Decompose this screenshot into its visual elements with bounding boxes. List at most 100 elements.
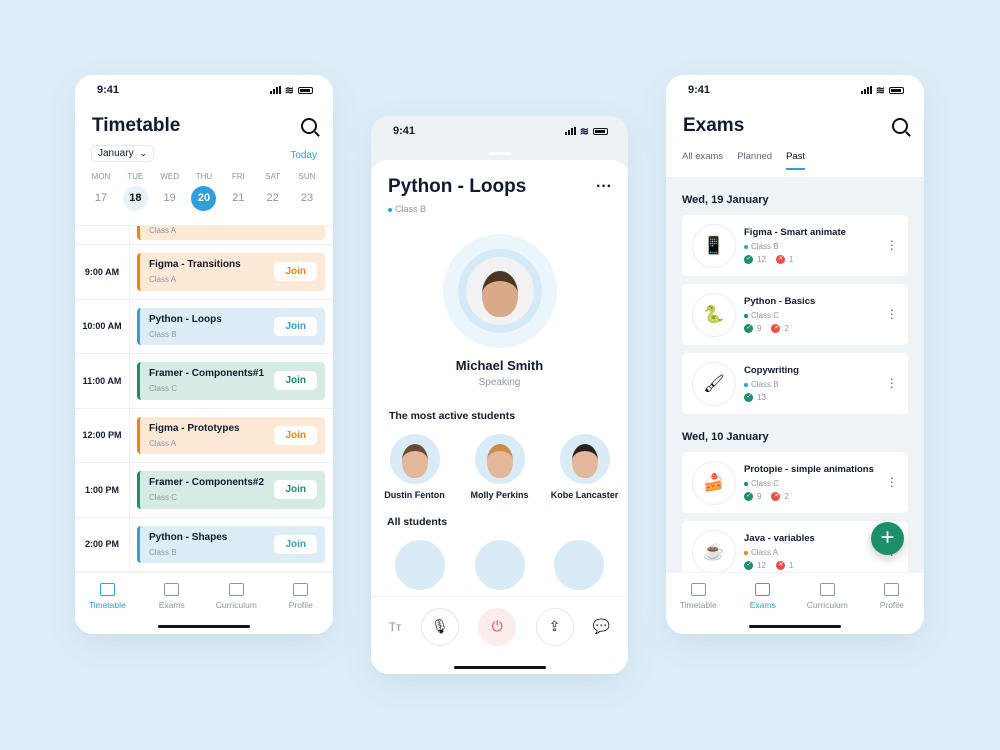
exam-info: Figma - Smart animate Class B ✓ 12 ✕ 1	[744, 227, 846, 264]
day-fri[interactable]: FRI 21	[224, 172, 252, 211]
student-avatar[interactable]	[474, 540, 525, 590]
status-bar: 9:41 ≋	[75, 75, 333, 105]
failed-value: 1	[788, 561, 794, 570]
exam-card[interactable]: 📱 Figma - Smart animate Class B ✓ 12 ✕ 1 · · ·	[682, 215, 908, 276]
timetable-row: 2:00 PM Python - Shapes Class B Join	[75, 517, 333, 572]
class-card[interactable]: Framer - Components#2 Class C Join	[137, 471, 325, 509]
join-button[interactable]: Join	[274, 480, 317, 500]
day-mon[interactable]: MON 17	[87, 172, 115, 211]
class-label: Class B	[149, 329, 177, 339]
status-time: 9:41	[97, 84, 120, 96]
day-sat[interactable]: SAT 22	[259, 172, 287, 211]
day-wed[interactable]: WED 19	[156, 172, 184, 211]
search-icon[interactable]	[301, 118, 317, 134]
book-icon	[819, 583, 835, 596]
class-name: Class A	[751, 548, 779, 557]
chat-icon[interactable]: 💬	[593, 618, 610, 635]
tab-past[interactable]: Past	[786, 151, 806, 170]
x-icon: ✕	[771, 324, 781, 333]
x-icon: ✕	[771, 492, 781, 501]
student-avatar[interactable]	[554, 540, 604, 590]
join-button[interactable]: Join	[274, 534, 317, 554]
microphone-button[interactable]: 🎙	[420, 607, 459, 646]
join-button[interactable]: Join	[274, 262, 317, 282]
share-screen-button[interactable]: ⇪	[535, 607, 574, 646]
face	[401, 444, 428, 478]
nav-profile[interactable]: Profile	[273, 583, 328, 634]
day-sun[interactable]: SUN 23	[293, 172, 321, 211]
exam-icon: 🍰	[692, 460, 736, 505]
exam-card[interactable]: 🖌 Copywriting Class B ✓ 13 · · ·	[682, 353, 908, 414]
timetable-screen: 9:41 ≋ Timetable January ⌄ Today MON 17 TUE 1…	[75, 75, 333, 634]
failed-count: ✕ 2	[771, 324, 789, 333]
exam-stats: ✓ 12 ✕ 1	[744, 561, 815, 570]
exam-stats: ✓ 9 ✕ 2	[744, 492, 874, 501]
exam-card[interactable]: 🍰 Protopie - simple animations Class C ✓ 9 ✕ 2…	[682, 452, 908, 513]
student-item[interactable]: Dustin Fenton	[377, 434, 452, 500]
class-card[interactable]: Figma - Transitions Class A Join	[137, 253, 325, 291]
class-card[interactable]: Python - Loops Class B Join	[137, 307, 325, 345]
class-card[interactable]: Figma - Prototypes Class A Join	[137, 416, 325, 454]
day-number: 17	[94, 192, 108, 204]
page-title: Timetable	[92, 115, 181, 136]
today-link[interactable]: Today	[290, 150, 317, 161]
time-label: 12:00 PM	[75, 408, 130, 462]
student-name: Molly Perkins	[470, 490, 529, 500]
status-bar: 9:41 ≋	[666, 75, 924, 105]
nav-label: Curriculum	[806, 600, 848, 610]
exam-title: Python - Basics	[744, 296, 816, 307]
class-info: Framer - Components#2 Class C	[149, 477, 264, 502]
status-icons: ≋	[269, 84, 313, 97]
search-icon[interactable]	[892, 118, 908, 134]
active-students: Dustin Fenton Molly Perkins Kobe Lancaster	[371, 422, 628, 500]
tab-all-exams[interactable]: All exams	[682, 151, 723, 170]
active-heading: The most active students	[389, 410, 516, 422]
class-info: Python - Loops Class B	[149, 314, 222, 339]
student-avatar	[474, 434, 525, 484]
tab-planned[interactable]: Planned	[737, 151, 772, 170]
join-button[interactable]: Join	[274, 316, 317, 336]
day-tue[interactable]: TUE 18	[121, 172, 149, 211]
class-card[interactable]: Framer - Components#1 Class C Join	[137, 362, 325, 400]
add-exam-button[interactable]: +	[871, 522, 904, 555]
exam-stats: ✓ 13	[744, 393, 799, 402]
more-vertical-icon[interactable]: ···	[890, 372, 894, 393]
exam-list[interactable]: Wed, 19 January 📱 Figma - Smart animate Cla…	[666, 177, 924, 572]
day-thu[interactable]: THU 20	[190, 172, 218, 211]
join-button[interactable]: Join	[274, 425, 317, 445]
class-card[interactable]: Python - Shapes Class B Join	[137, 525, 325, 563]
more-vertical-icon[interactable]: ···	[890, 303, 894, 324]
class-info: Framer - Components#1 Class C	[149, 368, 264, 393]
more-vertical-icon[interactable]: ···	[890, 234, 894, 255]
exam-icon: ☕	[692, 529, 736, 572]
join-button[interactable]: Join	[274, 371, 317, 391]
check-icon: ✓	[744, 324, 753, 333]
student-item[interactable]: Kobe Lancaster	[547, 434, 622, 500]
schedule-list[interactable]: Class A 9:00 AM Figma - Transitions Class …	[75, 225, 333, 572]
more-vertical-icon[interactable]: ···	[890, 471, 894, 492]
week-strip: MON 17 TUE 18 WED 19 THU 20 FRI 21 SAT 22 SUN 23	[75, 162, 333, 211]
call-controls: Tт 🎙 ⏻ ⇪ 💬	[371, 596, 628, 674]
month-select[interactable]: January ⌄	[91, 145, 155, 162]
class-dot	[744, 550, 748, 555]
nav-profile[interactable]: Profile	[864, 583, 919, 634]
class-label: Class B	[744, 242, 846, 251]
nav-timetable[interactable]: Timetable	[80, 583, 135, 634]
more-icon[interactable]: ···	[596, 178, 612, 196]
calendar-icon	[99, 583, 115, 596]
end-call-button[interactable]: ⏻	[478, 607, 517, 646]
sheet-handle[interactable]	[488, 152, 511, 155]
class-dot	[744, 313, 748, 318]
exam-icon: 🐍	[692, 292, 736, 337]
exam-card[interactable]: 🐍 Python - Basics Class C ✓ 9 ✕ 2 · · ·	[682, 284, 908, 345]
student-avatar[interactable]	[395, 540, 445, 590]
check-icon: ✓	[744, 492, 753, 501]
exam-icon: 📱	[692, 223, 736, 268]
student-name: Kobe Lancaster	[550, 490, 619, 500]
text-size-button[interactable]: Tт	[389, 620, 402, 634]
month-value: January	[98, 148, 134, 159]
student-item[interactable]: Molly Perkins	[462, 434, 537, 500]
nav-label: Timetable	[679, 600, 717, 610]
exam-title: Figma - Smart animate	[744, 227, 846, 238]
nav-timetable[interactable]: Timetable	[671, 583, 726, 634]
